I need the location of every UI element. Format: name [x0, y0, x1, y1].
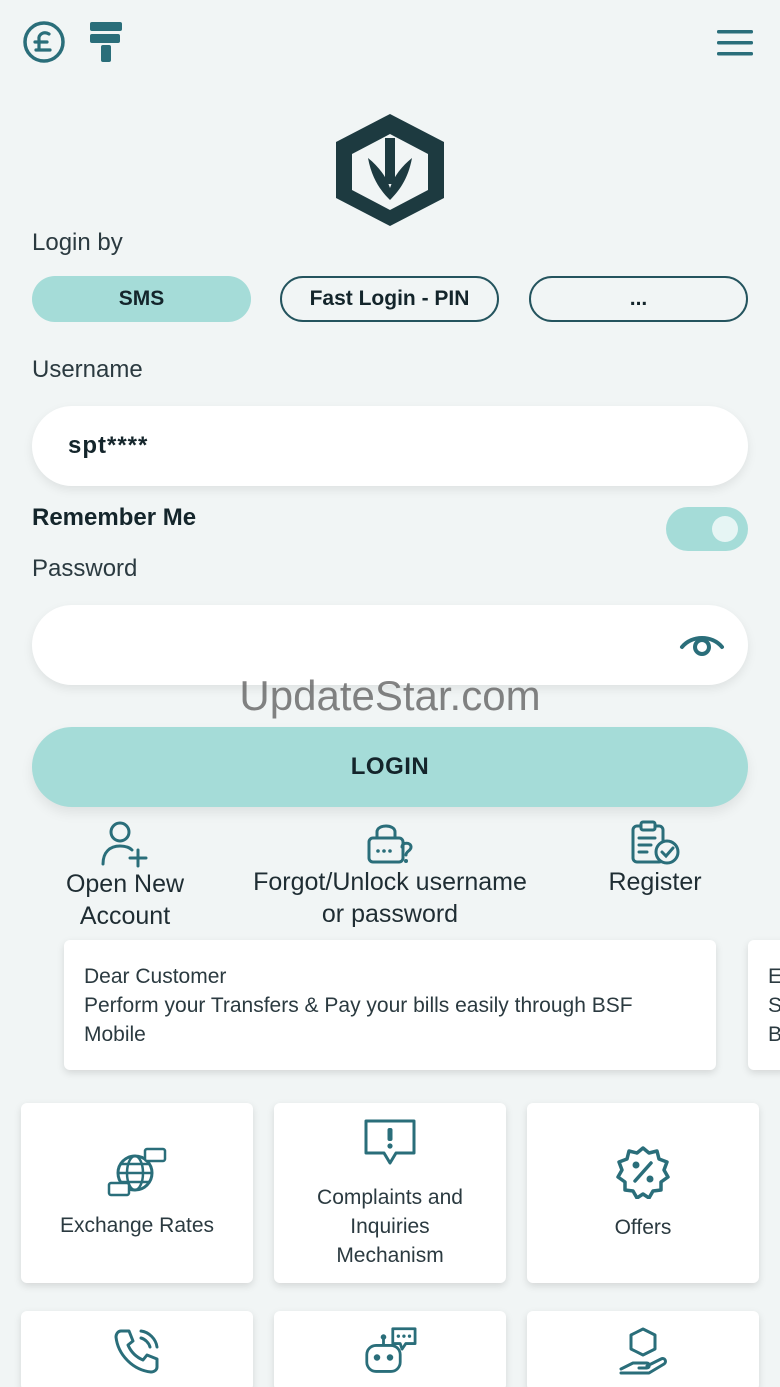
forgot-unlock-link[interactable]: Forgot/Unlock username or password	[230, 820, 550, 930]
open-account-link[interactable]: Open New Account	[40, 820, 210, 932]
tile-contact[interactable]	[21, 1311, 253, 1387]
login-button[interactable]: LOGIN	[32, 727, 748, 807]
pound-coin-icon	[23, 21, 65, 63]
announcement-body: Perform your Transfers & Pay your bills …	[84, 994, 633, 1046]
add-user-icon	[101, 821, 148, 868]
bsf-logo	[328, 108, 452, 232]
remember-me-toggle[interactable]	[666, 507, 748, 551]
clipboard-check-icon	[631, 820, 680, 865]
open-account-line2: Account	[79, 902, 171, 930]
tile-exchange-rates[interactable]: Exchange Rates	[21, 1103, 253, 1283]
phone-call-icon	[114, 1329, 159, 1374]
toggle-knob	[712, 516, 738, 542]
hamburger-menu-icon	[717, 30, 753, 56]
remember-me-label: Remember Me	[32, 504, 197, 531]
eye-icon	[680, 636, 724, 656]
username-value: spt****	[68, 432, 149, 459]
tile-complaints-line3: Mechanism	[336, 1243, 444, 1267]
register-link[interactable]: Register	[580, 820, 730, 898]
tile-exchange-rates-label: Exchange Rates	[59, 1213, 215, 1237]
hand-box-icon	[619, 1327, 667, 1375]
percent-badge-icon	[616, 1145, 670, 1199]
currency-button[interactable]	[22, 20, 66, 64]
tile-offers[interactable]: Offers	[527, 1103, 759, 1283]
paint-roller-icon	[90, 22, 122, 62]
show-password-button[interactable]	[678, 629, 726, 664]
tile-services[interactable]	[527, 1311, 759, 1387]
announcement-card-next[interactable]: E S B	[748, 940, 780, 1070]
login-by-label: Login by	[32, 229, 123, 256]
tile-chatbot[interactable]	[274, 1311, 506, 1387]
password-label: Password	[32, 555, 138, 582]
lock-question-icon	[367, 824, 413, 864]
password-field[interactable]	[32, 605, 748, 685]
register-label: Register	[608, 868, 702, 896]
tile-complaints-line1: Complaints and	[317, 1185, 463, 1209]
username-label: Username	[32, 356, 143, 383]
tile-complaints[interactable]: Complaints and Inquiries Mechanism	[274, 1103, 506, 1283]
open-account-line1: Open New	[65, 870, 185, 898]
forgot-unlock-line1: Forgot/Unlock username	[253, 868, 527, 896]
tile-complaints-line2: Inquiries	[350, 1214, 430, 1238]
tile-offers-label: Offers	[614, 1215, 672, 1239]
chatbot-icon	[365, 1327, 417, 1373]
login-option-sms[interactable]: SMS	[32, 276, 251, 322]
forgot-unlock-line2: or password	[321, 900, 459, 928]
login-option-fast-pin[interactable]: Fast Login - PIN	[280, 276, 499, 322]
exchange-globe-icon	[107, 1147, 167, 1196]
announcement-greeting: Dear Customer	[84, 965, 227, 988]
username-field[interactable]: spt****	[32, 406, 748, 486]
theme-button[interactable]	[88, 20, 124, 64]
bsf-logo-icon	[336, 114, 444, 226]
menu-button[interactable]	[714, 24, 756, 60]
alert-chat-icon	[364, 1119, 416, 1164]
announcement-card[interactable]: Dear Customer Perform your Transfers & P…	[64, 940, 716, 1070]
announcement-next-peek: E S B	[768, 965, 780, 1046]
login-option-more[interactable]: ...	[529, 276, 748, 322]
